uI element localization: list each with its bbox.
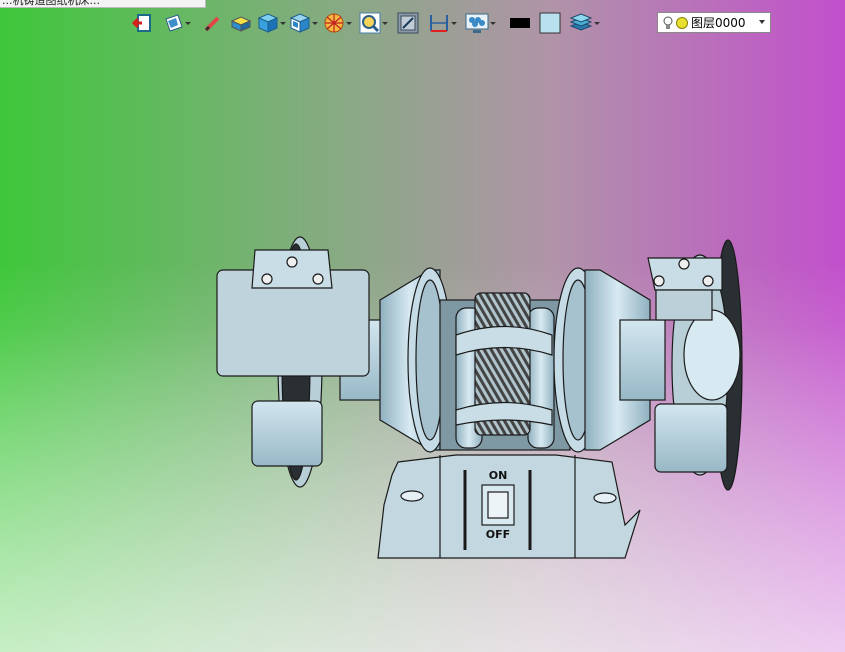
sketch-pencil-button[interactable]	[200, 11, 224, 35]
document-tab-label: ...机铸造图纸机床...	[2, 0, 100, 7]
view-cube-button[interactable]	[288, 11, 320, 35]
view-orient-button[interactable]	[164, 11, 192, 35]
layers-icon	[569, 13, 593, 31]
render-sphere-button[interactable]	[322, 11, 354, 35]
color-black-swatch-icon	[510, 18, 530, 28]
bench-grinder-model[interactable]: ON OFF	[0, 0, 845, 652]
layer-name: 图层0000	[691, 16, 746, 30]
view-toolbar	[130, 9, 602, 37]
solid-cube-button[interactable]	[256, 11, 288, 35]
measure-dimension-icon	[430, 15, 448, 32]
color-black-swatch-button[interactable]	[508, 11, 532, 35]
color-light-blue-swatch-button[interactable]	[538, 11, 562, 35]
zoom-window-icon	[359, 12, 381, 34]
solid-cube-icon	[257, 13, 279, 33]
chevron-down-icon	[759, 20, 765, 24]
layer-dropdown[interactable]: 图层0000	[657, 12, 771, 33]
display-settings-button[interactable]	[464, 11, 498, 35]
document-tab[interactable]: ...机铸造图纸机床...	[0, 0, 206, 8]
view-orient-icon	[165, 14, 183, 32]
exit-button[interactable]	[130, 11, 154, 35]
section-view-icon	[397, 12, 419, 34]
render-sphere-icon	[324, 13, 344, 33]
layers-button[interactable]	[568, 11, 602, 35]
measure-dimension-button[interactable]	[428, 11, 458, 35]
switch-on-label: ON	[489, 469, 508, 482]
grinder-geometry	[216, 236, 743, 559]
zoom-window-button[interactable]	[358, 11, 390, 35]
exit-icon	[132, 14, 151, 32]
layer-visible-icon	[676, 16, 688, 29]
section-view-button[interactable]	[396, 11, 420, 35]
view-cube-icon	[289, 13, 311, 33]
bulb-icon	[663, 16, 673, 29]
switch-off-label: OFF	[486, 528, 510, 541]
display-settings-icon	[465, 13, 489, 33]
color-light-blue-swatch-icon	[539, 12, 561, 34]
shaded-box-button[interactable]	[228, 11, 254, 35]
shaded-box-icon	[230, 16, 252, 32]
sketch-pencil-icon	[204, 16, 220, 32]
